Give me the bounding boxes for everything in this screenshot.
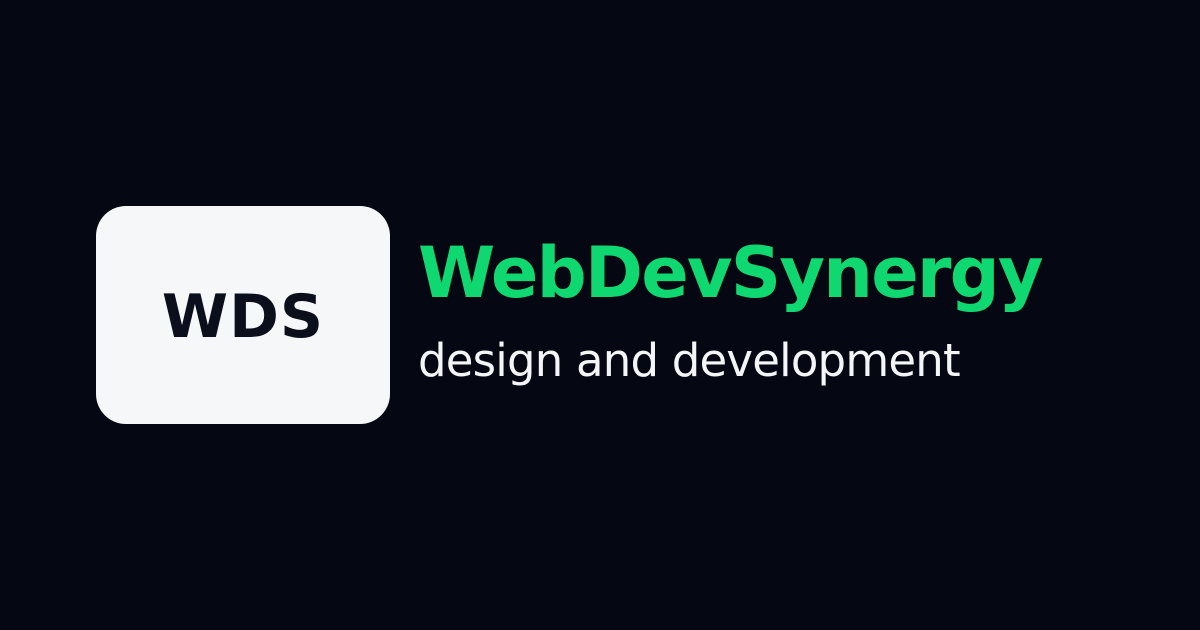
logo-badge: WDS xyxy=(96,206,390,424)
logo-initials: WDS xyxy=(161,282,325,352)
brand-tagline: design and development xyxy=(418,334,961,387)
brand-name: WebDevSynergy xyxy=(418,232,1044,314)
hero-banner: { "logo": { "text": "WDS", "badge_color"… xyxy=(0,0,1200,630)
